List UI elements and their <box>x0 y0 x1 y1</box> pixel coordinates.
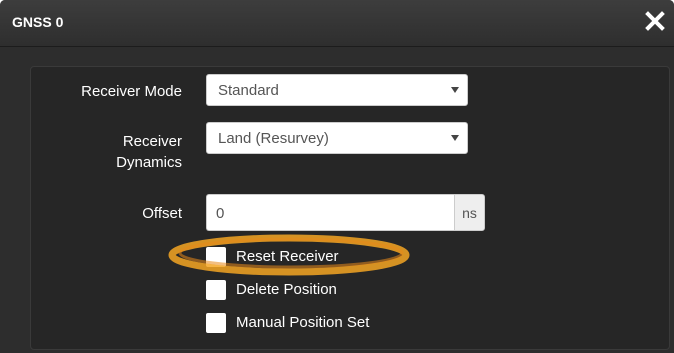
receiver-dynamics-label: Receiver Dynamics <box>40 131 182 173</box>
receiver-mode-value: Standard <box>218 82 279 99</box>
manual-position-set-checkbox[interactable] <box>206 313 226 333</box>
reset-receiver-label: Reset Receiver <box>236 248 339 265</box>
reset-receiver-checkbox[interactable] <box>206 247 226 267</box>
receiver-mode-label: Receiver Mode <box>81 83 182 100</box>
gnss-dialog: GNSS 0 Receiver Mode Standard Receiver D… <box>0 0 674 353</box>
manual-position-set-label: Manual Position Set <box>236 314 370 331</box>
receiver-dynamics-value: Land (Resurvey) <box>218 130 329 147</box>
receiver-dynamics-select[interactable]: Land (Resurvey) <box>206 122 468 154</box>
caret-down-icon <box>451 135 459 141</box>
receiver-dynamics-label-line2: Dynamics <box>116 154 182 171</box>
dialog-title: GNSS 0 <box>12 14 64 30</box>
receiver-dynamics-label-line1: Receiver <box>122 133 182 150</box>
offset-label: Offset <box>142 205 182 222</box>
dialog-titlebar: GNSS 0 <box>0 0 674 47</box>
receiver-mode-select[interactable]: Standard <box>206 74 468 106</box>
offset-value: 0 <box>216 205 225 222</box>
caret-down-icon <box>451 87 459 93</box>
close-icon[interactable] <box>642 6 668 36</box>
delete-position-checkbox[interactable] <box>206 280 226 300</box>
delete-position-label: Delete Position <box>236 281 337 298</box>
offset-input[interactable]: 0 <box>206 194 454 231</box>
offset-unit: ns <box>454 194 485 231</box>
